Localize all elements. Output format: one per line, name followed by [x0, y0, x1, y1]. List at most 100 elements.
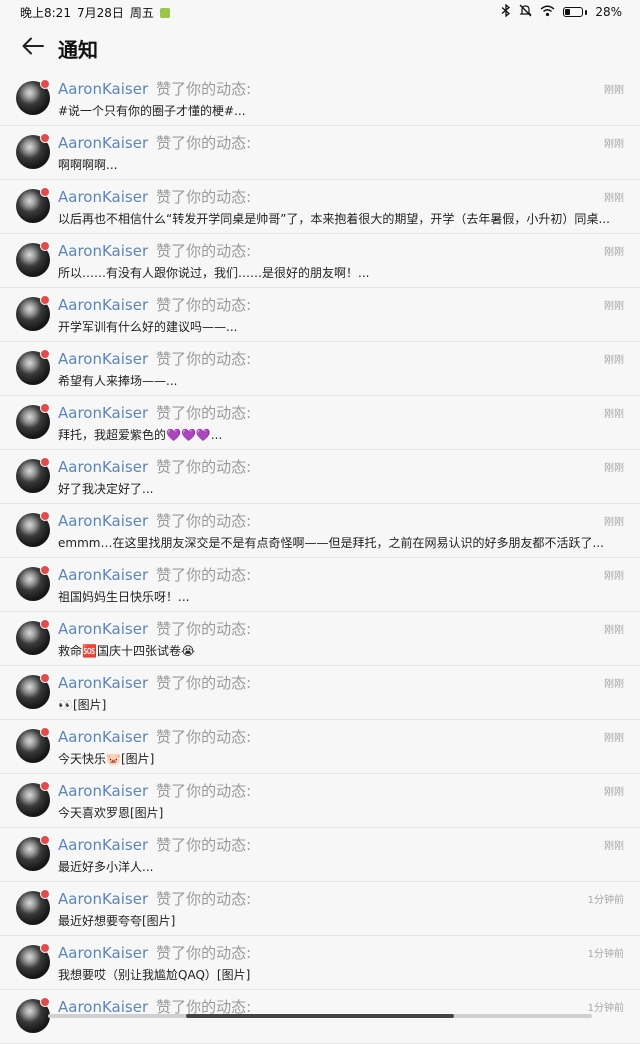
notification-item[interactable]: AaronKaiser 赞了你的动态: 刚刚祖国妈妈生日快乐呀！...	[0, 558, 640, 612]
user-name[interactable]: AaronKaiser	[58, 404, 148, 422]
back-button[interactable]	[20, 35, 46, 61]
user-name[interactable]: AaronKaiser	[58, 782, 148, 800]
status-right: 28%	[501, 3, 622, 20]
action-text: 赞了你的动态:	[156, 350, 252, 368]
battery-shell	[563, 7, 584, 17]
unread-dot	[40, 835, 50, 845]
notification-item[interactable]: AaronKaiser 赞了你的动态: 刚刚 啊啊啊啊...	[0, 126, 640, 180]
unread-dot	[40, 673, 50, 683]
notification-time: 刚刚	[604, 841, 624, 852]
action-text: 赞了你的动态:	[156, 242, 252, 260]
notification-content: 最近好多小洋人...	[58, 860, 154, 874]
user-name[interactable]: AaronKaiser	[58, 566, 148, 584]
notification-content: 我想要哎（别让我尴尬QAQ）[图片]	[58, 968, 251, 982]
notification-title: AaronKaiser 赞了你的动态:	[58, 888, 251, 909]
notification-content: 开学军训有什么好的建议吗——...	[58, 320, 238, 334]
notification-time: 刚刚	[604, 247, 624, 258]
notification-content: 啊啊啊啊...	[58, 158, 118, 172]
notification-title: AaronKaiser 赞了你的动态:	[58, 618, 251, 639]
notification-time: 刚刚	[604, 193, 624, 204]
notification-item[interactable]: AaronKaiser 赞了你的动态: 刚刚 开学军训有什么好的建议吗——...	[0, 288, 640, 342]
notification-item[interactable]: AaronKaiser 赞了你的动态: 刚刚 #说一个只有你的圈子才懂的梗#...	[0, 72, 640, 126]
notification-content: 今天快乐🐷[图片]	[58, 752, 155, 766]
notification-item[interactable]: AaronKaiser 赞了你的动态: 刚刚 emmm…在这里找朋友深交是不是有点奇怪…	[0, 504, 640, 558]
battery-percent: 28%	[595, 5, 622, 19]
notification-time: 刚刚	[604, 679, 624, 690]
notification-time: 刚刚	[604, 787, 624, 798]
unread-dot	[40, 241, 50, 251]
user-name[interactable]: AaronKaiser	[58, 620, 148, 638]
notification-list: AaronKaiser 赞了你的动态: 刚刚 #说一个只有你的圈子才懂的梗#... Aa…	[0, 72, 640, 1044]
notification-title: AaronKaiser 赞了你的动态:	[58, 132, 251, 153]
user-name[interactable]: AaronKaiser	[58, 458, 148, 476]
notification-title: AaronKaiser 赞了你的动态:	[58, 510, 251, 531]
user-name[interactable]: AaronKaiser	[58, 350, 148, 368]
notification-title: AaronKaiser 赞了你的动态:	[58, 294, 251, 315]
notification-item[interactable]: AaronKaiser 赞了你的动态: 刚刚 👀[图片]	[0, 666, 640, 720]
notification-item[interactable]: AaronKaiser 赞了你的动态: 刚刚 救命🆘国庆十四张试卷😭	[0, 612, 640, 666]
notification-content: 好了我决定好了...	[58, 482, 154, 496]
status-left: 晚上8:21 7月28日 周五	[20, 4, 170, 21]
notification-time: 刚刚	[604, 409, 624, 420]
action-text: 赞了你的动态:	[156, 674, 252, 692]
user-name[interactable]: AaronKaiser	[58, 188, 148, 206]
wifi-icon	[540, 5, 555, 20]
notification-content: 祖国妈妈生日快乐呀！...	[58, 590, 190, 604]
notification-title: AaronKaiser 赞了你的动态:	[58, 402, 251, 423]
notification-title: AaronKaiser 赞了你的动态:	[58, 348, 251, 369]
notification-content: 👀[图片]	[58, 698, 107, 712]
home-indicator-thumb[interactable]	[186, 1014, 454, 1018]
user-name[interactable]: AaronKaiser	[58, 890, 148, 908]
notification-time: 刚刚	[604, 571, 624, 582]
bluetooth-icon	[501, 3, 511, 20]
header: 通知	[0, 28, 640, 68]
action-text: 赞了你的动态:	[156, 782, 252, 800]
back-arrow-icon	[22, 37, 44, 59]
unread-dot	[40, 997, 50, 1007]
user-name[interactable]: AaronKaiser	[58, 728, 148, 746]
notification-content: 所以……有没有人跟你说过，我们……是很好的朋友啊！...	[58, 266, 370, 280]
user-name[interactable]: AaronKaiser	[58, 674, 148, 692]
notification-time: 刚刚	[604, 355, 624, 366]
notification-item[interactable]: AaronKaiser 赞了你的动态: 刚刚 好了我决定好了...	[0, 450, 640, 504]
user-name[interactable]: AaronKaiser	[58, 134, 148, 152]
action-text: 赞了你的动态:	[156, 890, 252, 908]
notification-item[interactable]: AaronKaiser 赞了你的动态: 刚刚最近好多小洋人...	[0, 828, 640, 882]
action-text: 赞了你的动态:	[156, 566, 252, 584]
user-name[interactable]: AaronKaiser	[58, 296, 148, 314]
notification-item[interactable]: AaronKaiser 赞了你的动态: 1分钟前我想要哎（别让我尴尬QAQ）[图片]	[0, 936, 640, 990]
notification-content: #说一个只有你的圈子才懂的梗#...	[58, 104, 246, 118]
notification-content: 最近好想要夸夸[图片]	[58, 914, 176, 928]
notification-item[interactable]: AaronKaiser 赞了你的动态: 刚刚今天喜欢罗恩[图片]	[0, 774, 640, 828]
unread-dot	[40, 943, 50, 953]
notification-item[interactable]: AaronKaiser 赞了你的动态: 刚刚 今天快乐🐷[图片]	[0, 720, 640, 774]
user-name[interactable]: AaronKaiser	[58, 512, 148, 530]
unread-dot	[40, 403, 50, 413]
status-date: 7月28日	[76, 6, 124, 20]
notification-title: AaronKaiser 赞了你的动态:	[58, 834, 251, 855]
user-name[interactable]: AaronKaiser	[58, 944, 148, 962]
notification-time: 1分钟前	[587, 949, 624, 960]
notification-item[interactable]: AaronKaiser 赞了你的动态: 刚刚所以……有没有人跟你说过，我们……是很好…	[0, 234, 640, 288]
notification-title: AaronKaiser 赞了你的动态:	[58, 942, 251, 963]
notification-item[interactable]: AaronKaiser 赞了你的动态: 刚刚 以后再也不相信什么“转发开学同桌是帅哥”…	[0, 180, 640, 234]
notification-content: 希望有人来捧场——...	[58, 374, 178, 388]
action-text: 赞了你的动态:	[156, 944, 252, 962]
user-name[interactable]: AaronKaiser	[58, 242, 148, 260]
notification-item[interactable]: AaronKaiser 赞了你的动态: 1分钟前 最近好想要夸夸[图片]	[0, 882, 640, 936]
home-indicator[interactable]	[48, 1014, 592, 1018]
notification-title: AaronKaiser 赞了你的动态:	[58, 564, 251, 585]
notification-title: AaronKaiser 赞了你的动态:	[58, 456, 251, 477]
unread-dot	[40, 79, 50, 89]
notification-item[interactable]: AaronKaiser 赞了你的动态: 刚刚希望有人来捧场——...	[0, 342, 640, 396]
unread-dot	[40, 619, 50, 629]
action-text: 赞了你的动态:	[156, 728, 252, 746]
user-name[interactable]: AaronKaiser	[58, 836, 148, 854]
user-name[interactable]: AaronKaiser	[58, 80, 148, 98]
notification-content: 今天喜欢罗恩[图片]	[58, 806, 164, 820]
action-text: 赞了你的动态:	[156, 296, 252, 314]
notification-content: 以后再也不相信什么“转发开学同桌是帅哥”了，本来抱着很大的期望，开学（去年暑假，…	[58, 212, 610, 226]
notification-content: 救命🆘国庆十四张试卷😭	[58, 644, 195, 658]
notification-time: 刚刚	[604, 517, 624, 528]
notification-item[interactable]: AaronKaiser 赞了你的动态: 刚刚 拜托，我超爱紫色的💜💜💜...	[0, 396, 640, 450]
